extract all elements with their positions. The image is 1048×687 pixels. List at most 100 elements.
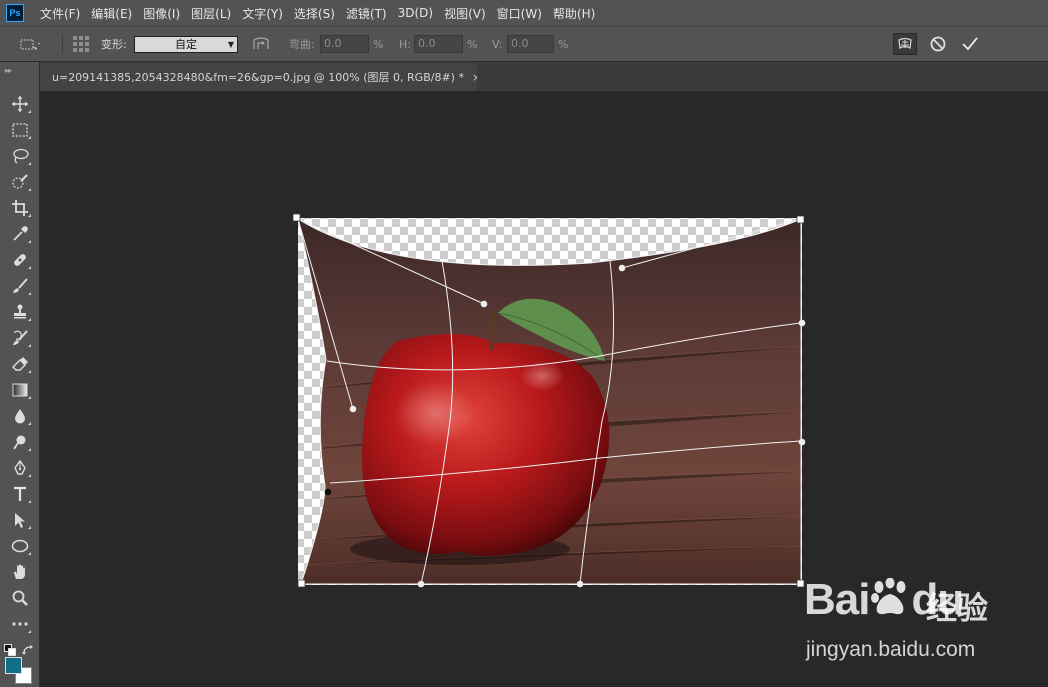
tool-preset-picker[interactable]: [18, 27, 42, 61]
warp-corner-handle-tr[interactable]: [796, 215, 805, 224]
hand-tool[interactable]: [8, 561, 32, 583]
cancel-transform-button[interactable]: [929, 27, 947, 61]
menu-3d[interactable]: 3D(D): [398, 6, 433, 20]
quick-selection-tool[interactable]: [8, 171, 32, 193]
history-brush-tool[interactable]: [8, 327, 32, 349]
lasso-icon: [13, 148, 29, 164]
baidu-jingyan-watermark: Bai du 经验 jingyan.baidu.com: [804, 575, 1004, 670]
warp-orientation-icon: [253, 37, 269, 49]
document-tab-bar: u=209141385,2054328480&fm=26&gp=0.jpg @ …: [40, 62, 1048, 91]
healing-brush-tool[interactable]: [8, 249, 32, 271]
pen-tool[interactable]: [8, 457, 32, 479]
warp-control-point[interactable]: [349, 405, 357, 413]
type-tool[interactable]: [8, 483, 32, 505]
eyedropper-icon: [13, 226, 28, 241]
eyedropper-tool[interactable]: [8, 223, 32, 245]
document-canvas[interactable]: Bai du 经验 jingyan.baidu.com: [40, 91, 1048, 687]
menu-type[interactable]: 文字(Y): [242, 5, 283, 22]
reference-point-locator[interactable]: [72, 27, 90, 61]
type-icon: [14, 486, 26, 501]
warp-corner-handle-br[interactable]: [796, 579, 805, 588]
zoom-tool[interactable]: [8, 587, 32, 609]
v-distortion-label: V:: [492, 37, 503, 51]
options-bar: 变形: 自定 ▼ 弯曲: 0.0 % H: 0.0 % V: 0.0 %: [0, 26, 1048, 62]
ellipsis-icon: [12, 622, 28, 626]
h-distortion-input[interactable]: 0.0: [414, 35, 463, 53]
quick-selection-icon: [12, 174, 28, 189]
menu-filter[interactable]: 滤镜(T): [346, 5, 387, 22]
ellipse-tool[interactable]: [8, 535, 32, 557]
photoshop-logo-icon: Ps: [6, 4, 24, 22]
move-icon: [12, 96, 28, 112]
swap-colors-icon[interactable]: [22, 641, 34, 655]
stamp-icon: [14, 304, 26, 319]
change-warp-orientation-button[interactable]: [251, 27, 271, 61]
magnifier-icon: [12, 590, 28, 606]
more-tools[interactable]: [8, 613, 32, 635]
panel-collapse-icon[interactable]: ▸▸: [5, 66, 12, 75]
cancel-icon: [930, 36, 946, 52]
arrow-pointer-icon: [15, 513, 25, 528]
gradient-icon: [12, 383, 28, 397]
warp-control-point[interactable]: [417, 580, 425, 588]
menu-window[interactable]: 窗口(W): [497, 5, 542, 22]
move-tool[interactable]: [8, 93, 32, 115]
reference-grid-icon: [73, 36, 89, 52]
crop-tool[interactable]: [8, 197, 32, 219]
brush-icon: [13, 278, 28, 293]
warp-corner-handle-tl[interactable]: [292, 213, 301, 222]
lasso-tool[interactable]: [8, 145, 32, 167]
warp-control-point[interactable]: [576, 580, 584, 588]
blur-tool[interactable]: [8, 405, 32, 427]
dodge-icon: [13, 435, 26, 450]
bend-label: 弯曲:: [289, 38, 315, 51]
warp-control-point[interactable]: [618, 264, 626, 272]
chevron-down-icon: ▼: [227, 40, 234, 49]
apple-shape: [361, 333, 610, 556]
crop-icon: [12, 200, 28, 216]
eraser-tool[interactable]: [8, 353, 32, 375]
menu-layer[interactable]: 图层(L): [191, 5, 231, 22]
rectangular-marquee-tool[interactable]: [8, 119, 32, 141]
menu-edit[interactable]: 编辑(E): [91, 5, 132, 22]
path-selection-tool[interactable]: [8, 509, 32, 531]
warp-control-point[interactable]: [480, 300, 488, 308]
water-drop-icon: [15, 409, 25, 424]
bandage-icon: [14, 254, 26, 266]
gradient-tool[interactable]: [8, 379, 32, 401]
clone-stamp-tool[interactable]: [8, 301, 32, 323]
h-distortion-label: H:: [399, 37, 411, 51]
menu-select[interactable]: 选择(S): [294, 5, 335, 22]
v-distortion-input[interactable]: 0.0: [507, 35, 554, 53]
h-percent: %: [467, 37, 478, 51]
document-tab-title: u=209141385,2054328480&fm=26&gp=0.jpg @ …: [52, 71, 464, 84]
default-colors-icon[interactable]: [4, 641, 16, 656]
warp-style-value: 自定: [175, 38, 197, 51]
tools-panel: ▸▸: [0, 62, 40, 687]
commit-transform-button[interactable]: [961, 27, 979, 61]
menu-image[interactable]: 图像(I): [143, 5, 180, 22]
photo-content: [298, 219, 801, 584]
bend-input[interactable]: 0.0: [320, 35, 369, 53]
foreground-color-swatch[interactable]: [5, 657, 22, 674]
document-tab[interactable]: u=209141385,2054328480&fm=26&gp=0.jpg @ …: [40, 63, 477, 91]
close-icon[interactable]: ×: [472, 71, 477, 84]
warp-control-point[interactable]: [798, 438, 806, 446]
warp-label: 变形:: [101, 38, 127, 51]
menu-view[interactable]: 视图(V): [444, 5, 486, 22]
history-brush-icon: [13, 330, 28, 345]
menu-help[interactable]: 帮助(H): [553, 5, 595, 22]
dodge-tool[interactable]: [8, 431, 32, 453]
warp-corner-handle-bl[interactable]: [297, 579, 306, 588]
marquee-icon: [12, 123, 28, 137]
warp-style-select[interactable]: 自定 ▼: [134, 36, 238, 53]
v-percent: %: [558, 37, 569, 51]
menu-file[interactable]: 文件(F): [40, 5, 80, 22]
options-separator: [62, 34, 63, 54]
watermark-url: jingyan.baidu.com: [806, 638, 976, 661]
switch-warp-mode-button[interactable]: [893, 33, 917, 55]
brush-tool[interactable]: [8, 275, 32, 297]
warp-control-point[interactable]: [798, 319, 806, 327]
warp-control-point[interactable]: [324, 488, 332, 496]
watermark-product: 经验: [926, 591, 988, 627]
